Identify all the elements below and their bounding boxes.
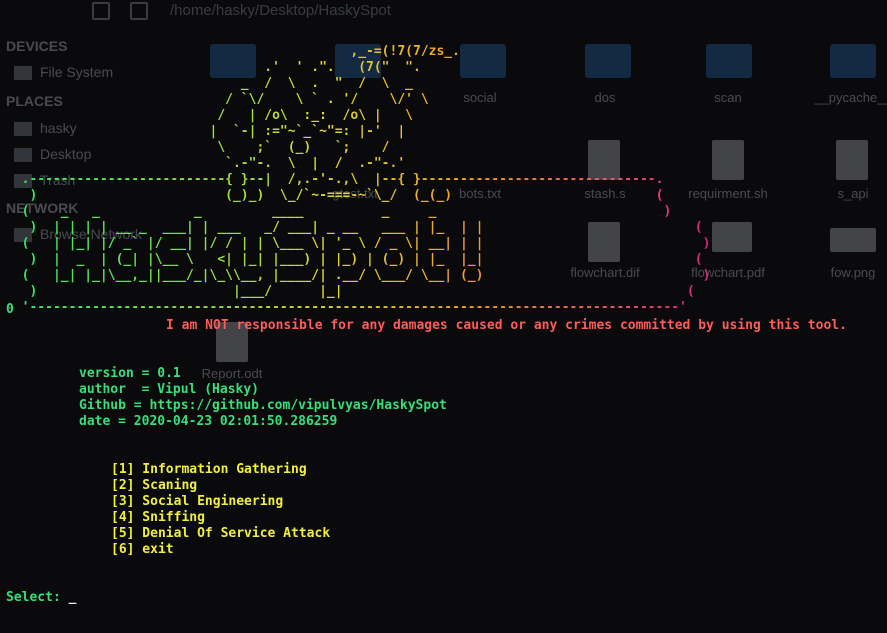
main-menu: [1] Information Gathering [2] Scaning [3… bbox=[111, 462, 330, 558]
menu-item-social-engineering[interactable]: [3] Social Engineering bbox=[111, 494, 330, 510]
menu-item-information-gathering[interactable]: [1] Information Gathering bbox=[111, 462, 330, 478]
info-date: date = 2020-04-23 02:01:50.286259 bbox=[79, 414, 338, 429]
select-prompt[interactable]: Select: _ bbox=[6, 590, 76, 605]
exit-code: 0 bbox=[6, 302, 14, 317]
info-author: author = Vipul (Hasky) bbox=[79, 382, 260, 397]
haskyspot-ascii-banner: ,_-=(!7(7/zs_. .' ' .". (7(" ". _ / \ . … bbox=[6, 44, 711, 316]
menu-item-dos-attack[interactable]: [5] Denial Of Service Attack bbox=[111, 526, 330, 542]
menu-item-sniffing[interactable]: [4] Sniffing bbox=[111, 510, 330, 526]
text-cursor: _ bbox=[68, 590, 77, 605]
disclaimer-warning: I am NOT responsible for any damages cau… bbox=[166, 318, 847, 333]
terminal-window[interactable]: ,_-=(!7(7/zs_. .' ' .". (7(" ". _ / \ . … bbox=[0, 0, 887, 633]
menu-item-exit[interactable]: [6] exit bbox=[111, 542, 330, 558]
prompt-label: Select: bbox=[6, 590, 69, 605]
info-github: Github = https://github.com/vipulvyas/Ha… bbox=[79, 398, 447, 413]
info-version: version = 0.1 bbox=[79, 366, 181, 381]
tool-info: version = 0.1 author = Vipul (Hasky) Git… bbox=[79, 366, 447, 430]
menu-item-scaning[interactable]: [2] Scaning bbox=[111, 478, 330, 494]
